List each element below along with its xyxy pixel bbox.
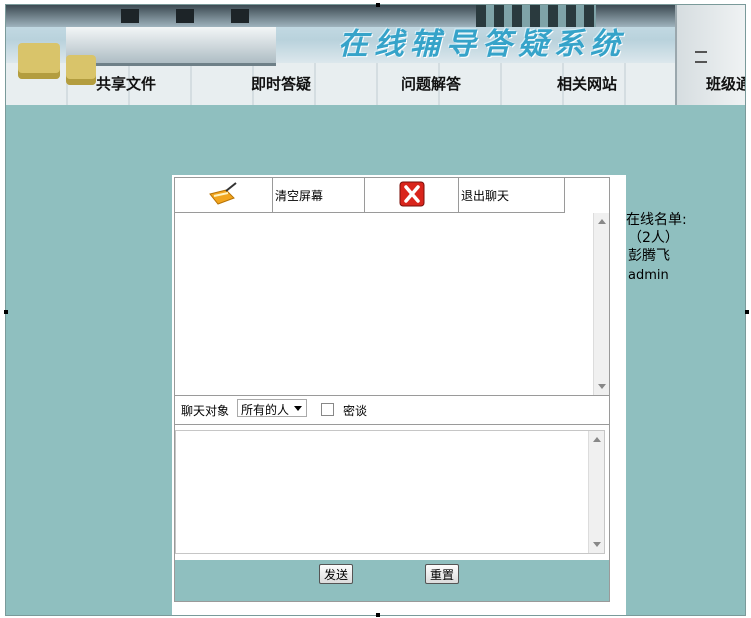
button-bar: 发送 重置: [175, 560, 609, 601]
online-count: （2人）: [628, 230, 679, 246]
scroll-up-icon[interactable]: [598, 219, 606, 224]
chat-panel: 清空屏幕 退出聊天 聊天对象 所有的人 密谈 发送 重置: [174, 177, 610, 602]
resize-handle: [745, 310, 749, 314]
page-frame: 在线辅导答疑系统 共享文件 即时答疑 问题解答 相关网站 班级通: [5, 4, 746, 616]
send-button[interactable]: 发送: [319, 564, 354, 584]
main-content: 清空屏幕 退出聊天 聊天对象 所有的人 密谈 发送 重置: [172, 105, 626, 615]
reset-button[interactable]: 重置: [425, 564, 460, 584]
banner-desk: [66, 27, 276, 66]
resize-handle: [376, 3, 380, 7]
nav-class-link[interactable]: 班级通: [706, 73, 745, 94]
chat-target-label: 聊天对象: [181, 404, 230, 418]
private-chat-checkbox[interactable]: [321, 403, 334, 416]
site-title: 在线辅导答疑系统: [338, 27, 626, 62]
nav-instant-qa[interactable]: 即时答疑: [251, 73, 311, 94]
resize-handle: [376, 613, 380, 617]
content-top-band: [172, 105, 626, 175]
resize-handle: [4, 310, 8, 314]
chat-target-row: 聊天对象 所有的人 密谈: [175, 396, 609, 425]
nav-related-sites[interactable]: 相关网站: [557, 73, 617, 94]
chat-target-select[interactable]: 所有的人: [237, 399, 307, 417]
monitor-icon: [121, 9, 139, 23]
private-chat-label: 密谈: [343, 404, 368, 418]
broom-icon[interactable]: [208, 181, 240, 209]
chair-icon: [18, 43, 60, 79]
scroll-up-icon[interactable]: [593, 437, 601, 442]
monitor-icon: [176, 9, 194, 23]
online-user[interactable]: 彭腾飞: [626, 247, 687, 265]
nav-question-answers[interactable]: 问题解答: [401, 73, 461, 94]
chair-icon: [66, 55, 96, 85]
exit-chat-icon-cell[interactable]: [365, 178, 459, 212]
cabinet-slot: [695, 51, 707, 63]
scroll-down-icon[interactable]: [593, 542, 601, 547]
header-banner: 在线辅导答疑系统 共享文件 即时答疑 问题解答 相关网站 班级通: [6, 5, 745, 105]
monitor-icon: [231, 9, 249, 23]
chevron-down-icon[interactable]: [294, 406, 302, 411]
online-list: 在线名单: （2人） 彭腾飞 admin: [626, 211, 687, 285]
message-display[interactable]: [175, 213, 609, 396]
clear-screen-icon-cell[interactable]: [175, 178, 273, 212]
message-input[interactable]: [175, 430, 605, 554]
online-list-title: 在线名单:: [626, 212, 687, 228]
red-x-icon[interactable]: [399, 181, 425, 210]
clear-screen-button[interactable]: 清空屏幕: [273, 178, 365, 212]
online-user[interactable]: admin: [626, 267, 687, 285]
chat-target-value: 所有的人: [241, 403, 290, 417]
chat-toolbar: 清空屏幕 退出聊天: [175, 178, 565, 213]
message-scrollbar[interactable]: [593, 213, 609, 395]
exit-chat-button[interactable]: 退出聊天: [459, 178, 565, 212]
nav-shared-files[interactable]: 共享文件: [96, 73, 156, 94]
scroll-down-icon[interactable]: [598, 384, 606, 389]
input-scrollbar[interactable]: [588, 431, 604, 553]
